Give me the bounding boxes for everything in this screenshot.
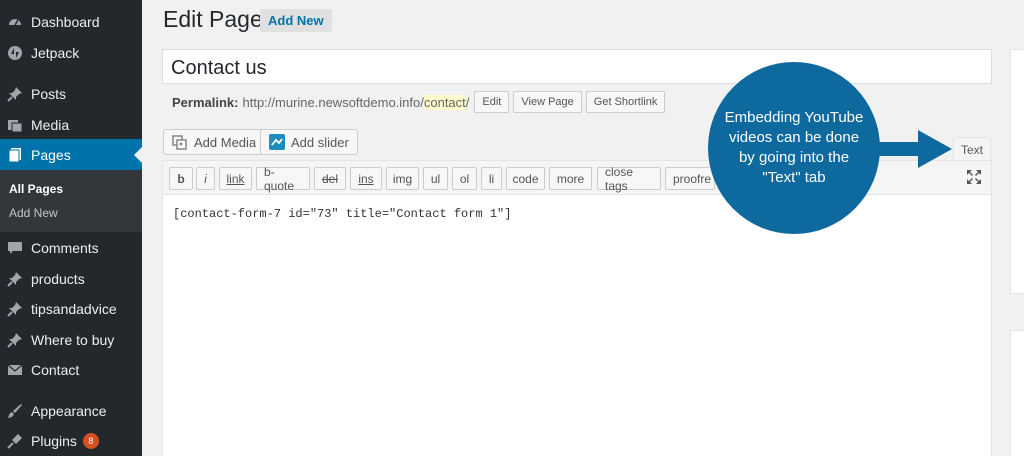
pin-icon bbox=[7, 271, 23, 287]
qt-ol-button[interactable]: ol bbox=[452, 167, 477, 190]
plugins-update-badge: 8 bbox=[82, 432, 99, 449]
qt-ul-button[interactable]: ul bbox=[423, 167, 448, 190]
callout-bubble: Embedding YouTube videos can be done by … bbox=[708, 62, 880, 234]
text-editor: b i link b-quote del ins img ul ol li co… bbox=[162, 160, 992, 456]
qt-bquote-button[interactable]: b-quote bbox=[256, 165, 310, 193]
page-title: Edit Page bbox=[163, 6, 263, 32]
fullscreen-icon[interactable] bbox=[966, 169, 982, 185]
sidebar-item-label: Appearance bbox=[31, 402, 107, 419]
permalink-url[interactable]: http://murine.newsoftdemo.info/ bbox=[242, 95, 423, 110]
sidebar-item-contact[interactable]: Contact bbox=[0, 354, 142, 385]
tab-text[interactable]: Text bbox=[953, 137, 991, 161]
sidebar-item-label: Contact bbox=[31, 361, 80, 378]
sidebar-item-plugins[interactable]: Plugins 8 bbox=[0, 425, 142, 456]
sidebar-item-media[interactable]: Media bbox=[0, 109, 142, 140]
pages-submenu: All Pages Add New bbox=[0, 170, 142, 232]
comment-icon bbox=[7, 240, 23, 256]
admin-sidebar: Dashboard Jetpack Posts Media Pages All … bbox=[0, 0, 142, 456]
mail-icon bbox=[7, 362, 23, 378]
pin-icon bbox=[7, 86, 23, 102]
permalink-suffix: / bbox=[465, 94, 470, 110]
add-media-button[interactable]: Add Media bbox=[163, 129, 266, 155]
permalink-label: Permalink: bbox=[172, 94, 239, 110]
qt-proofread-button[interactable]: proofre bbox=[665, 167, 715, 190]
sidebar-item-label: Plugins bbox=[31, 432, 77, 449]
edit-permalink-button[interactable]: Edit bbox=[474, 91, 510, 113]
submenu-all-pages[interactable]: All Pages bbox=[9, 182, 63, 196]
qt-italic-button[interactable]: i bbox=[196, 167, 215, 190]
permalink-slug[interactable]: contact bbox=[423, 94, 466, 110]
sidebar-item-label: Dashboard bbox=[31, 13, 100, 30]
qt-link-button[interactable]: link bbox=[219, 167, 252, 190]
sidebar-item-label: Pages bbox=[31, 146, 71, 163]
publish-box bbox=[1010, 49, 1024, 294]
brush-icon bbox=[7, 403, 23, 419]
sidebar-item-appearance[interactable]: Appearance bbox=[0, 395, 142, 426]
qt-close-tags-button[interactable]: close tags bbox=[597, 165, 661, 193]
page-attributes-box bbox=[1010, 330, 1024, 456]
permalink-bar: Permalink: http://murine.newsoftdemo.inf… bbox=[172, 91, 666, 113]
sidebar-item-pages[interactable]: Pages bbox=[0, 139, 142, 170]
sidebar-item-jetpack[interactable]: Jetpack bbox=[0, 37, 142, 68]
plug-icon bbox=[7, 433, 23, 449]
sidebar-item-label: Where to buy bbox=[31, 331, 115, 348]
qt-del-button[interactable]: del bbox=[314, 167, 346, 190]
callout-text: Embedding YouTube videos can be done by … bbox=[724, 109, 864, 186]
jetpack-icon bbox=[7, 45, 23, 61]
sidebar-item-products[interactable]: products bbox=[0, 263, 142, 294]
qt-li-button[interactable]: li bbox=[481, 167, 502, 190]
sidebar-item-posts[interactable]: Posts bbox=[0, 78, 142, 109]
sidebar-item-comments[interactable]: Comments bbox=[0, 232, 142, 263]
sidebar-item-dashboard[interactable]: Dashboard bbox=[0, 6, 142, 37]
add-slider-button[interactable]: Add slider bbox=[260, 129, 358, 155]
qt-ins-button[interactable]: ins bbox=[350, 167, 382, 190]
media-icon bbox=[7, 117, 23, 133]
sidebar-item-label: Posts bbox=[31, 85, 67, 102]
add-media-icon bbox=[172, 134, 188, 150]
sidebar-item-label: products bbox=[31, 270, 85, 287]
view-page-button[interactable]: View Page bbox=[513, 91, 582, 113]
editor-content[interactable]: [contact-form-7 id="73" title="Contact f… bbox=[173, 207, 511, 221]
qt-img-button[interactable]: img bbox=[386, 167, 419, 190]
slider-icon bbox=[269, 134, 285, 150]
add-media-label: Add Media bbox=[194, 134, 257, 150]
qt-code-button[interactable]: code bbox=[506, 167, 545, 190]
sidebar-item-label: Jetpack bbox=[31, 44, 80, 61]
pin-icon bbox=[7, 332, 23, 348]
sidebar-item-label: tipsandadvice bbox=[31, 300, 117, 317]
pages-icon bbox=[7, 147, 23, 163]
qt-bold-button[interactable]: b bbox=[169, 167, 193, 190]
get-shortlink-button[interactable]: Get Shortlink bbox=[585, 91, 666, 113]
sidebar-item-label: Media bbox=[31, 116, 70, 133]
submenu-add-new[interactable]: Add New bbox=[9, 206, 58, 220]
add-new-button[interactable]: Add New bbox=[260, 9, 332, 32]
dashboard-icon bbox=[7, 14, 23, 30]
qt-more-button[interactable]: more bbox=[549, 167, 592, 190]
sidebar-item-tipsandadvice[interactable]: tipsandadvice bbox=[0, 293, 142, 324]
add-slider-label: Add slider bbox=[291, 134, 349, 150]
sidebar-item-where-to-buy[interactable]: Where to buy bbox=[0, 324, 142, 355]
sidebar-item-label: Comments bbox=[31, 239, 99, 256]
post-title-input[interactable]: Contact us bbox=[162, 49, 992, 84]
pin-icon bbox=[7, 301, 23, 317]
